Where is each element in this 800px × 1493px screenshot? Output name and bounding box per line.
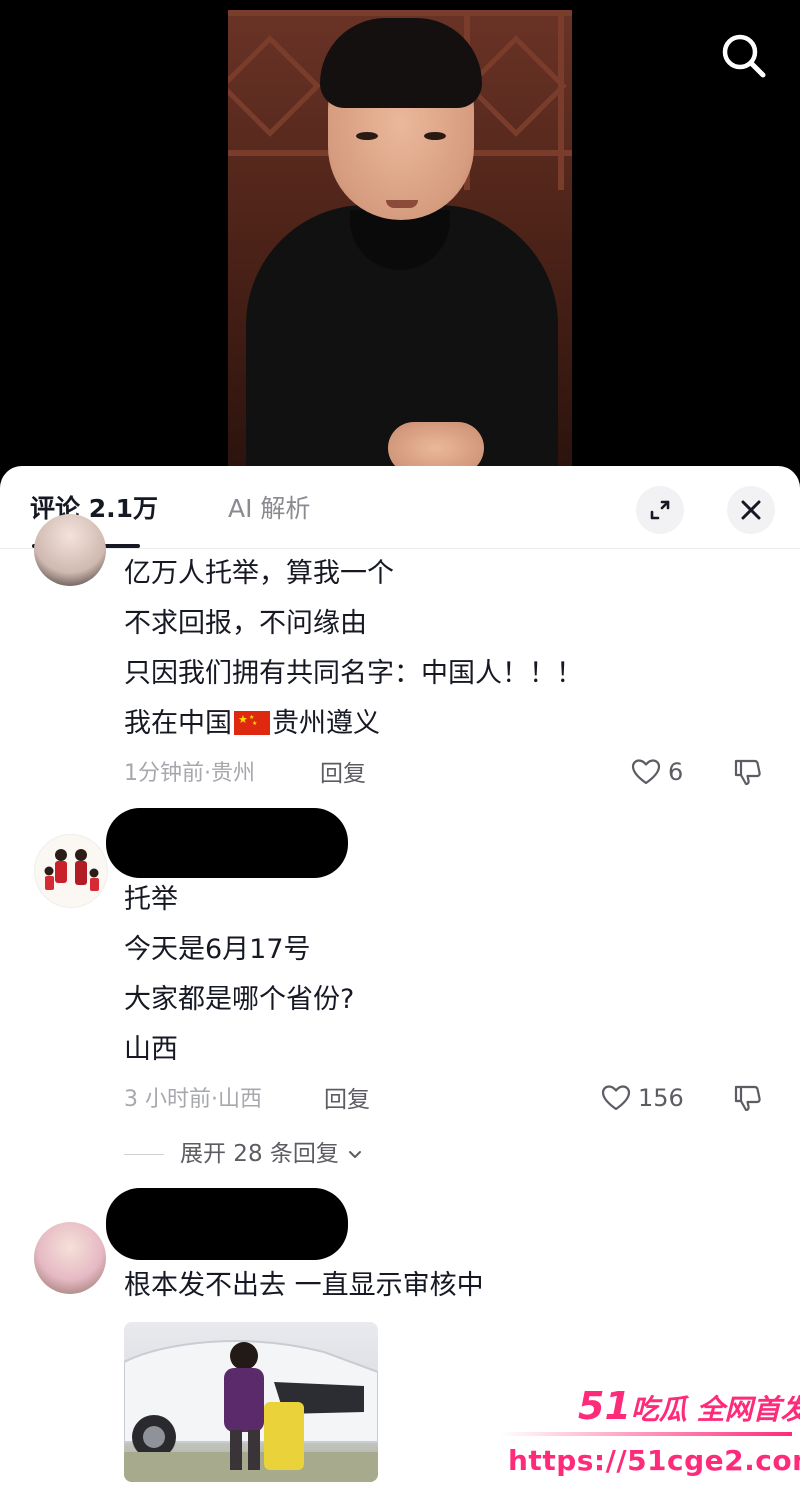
comment-line: 亿万人托举，算我一个 [124, 558, 394, 589]
comment-line: 根本发不出去 一直显示审核中 [124, 1270, 484, 1301]
comment-text-part: 我在中国 [124, 708, 232, 739]
expand-icon [650, 500, 670, 520]
like-button[interactable]: 6 [630, 756, 690, 788]
comment-line: 托举 [124, 884, 178, 915]
family-avatar-icon [44, 849, 99, 891]
like-count: 6 [668, 758, 684, 786]
chevron-down-icon [349, 1151, 362, 1158]
video-player[interactable] [0, 0, 800, 480]
comment-line: 只因我们拥有共同名字：中国人！！！ [124, 658, 583, 689]
comment-text-part: 贵州遵义 [272, 708, 380, 739]
comment-line: 不求回报，不问缘由 [124, 608, 367, 639]
thumbs-down-icon [734, 1085, 761, 1112]
car-photo [124, 1340, 378, 1482]
like-button[interactable]: 156 [600, 1082, 690, 1114]
redacted-username [106, 808, 348, 878]
comment-sheet-header: 评论 2.1万 AI 解析 [0, 466, 800, 549]
comment-attached-image[interactable] [124, 1322, 378, 1482]
divider-line [124, 1154, 164, 1155]
commenter-avatar[interactable] [34, 1222, 106, 1294]
tab-ai-analysis[interactable]: AI 解析 [228, 494, 310, 524]
comment-meta: 1分钟前·贵州 [124, 761, 255, 786]
watermark-divider [500, 1432, 792, 1436]
watermark-logo-text: 吃瓜 全网首发 [630, 1393, 800, 1426]
expand-sheet-button[interactable] [636, 486, 684, 534]
thumbs-down-icon [734, 759, 761, 786]
commenter-avatar[interactable] [34, 834, 108, 908]
expand-replies-label: 展开 28 条回复 [180, 1138, 364, 1170]
watermark-logo-number: 51 [578, 1384, 631, 1428]
comment-line: 山西 [124, 1034, 178, 1065]
close-icon [741, 500, 761, 520]
watermark-logo: 51吃瓜 全网首发 [578, 1384, 800, 1428]
search-button[interactable] [716, 28, 772, 84]
comment-line-with-flag: 我在中国 ★ ★ ★ 贵州遵义 [124, 706, 380, 742]
comment-meta: 3 小时前·山西 [124, 1087, 262, 1112]
reply-button[interactable]: 回复 [320, 760, 366, 788]
china-flag-icon: ★ ★ ★ [234, 711, 270, 735]
commenter-avatar[interactable] [34, 514, 106, 586]
heart-icon [631, 759, 661, 785]
dislike-button[interactable] [732, 1082, 764, 1114]
like-count: 156 [638, 1084, 684, 1112]
video-frame [228, 10, 572, 480]
close-button[interactable] [727, 486, 775, 534]
comment-line: 大家都是哪个省份? [124, 984, 355, 1015]
watermark-url: https://51cge2.com [508, 1444, 800, 1477]
comment-sheet: 评论 2.1万 AI 解析 亿万人托举，算我一个 不求回报，不问缘由 只因我们拥… [0, 466, 800, 1493]
heart-icon [601, 1085, 631, 1111]
search-icon [722, 34, 766, 78]
comment-line: 今天是6月17号 [124, 934, 311, 965]
reply-button[interactable]: 回复 [324, 1086, 370, 1114]
dislike-button[interactable] [732, 756, 764, 788]
redacted-username [106, 1188, 348, 1260]
